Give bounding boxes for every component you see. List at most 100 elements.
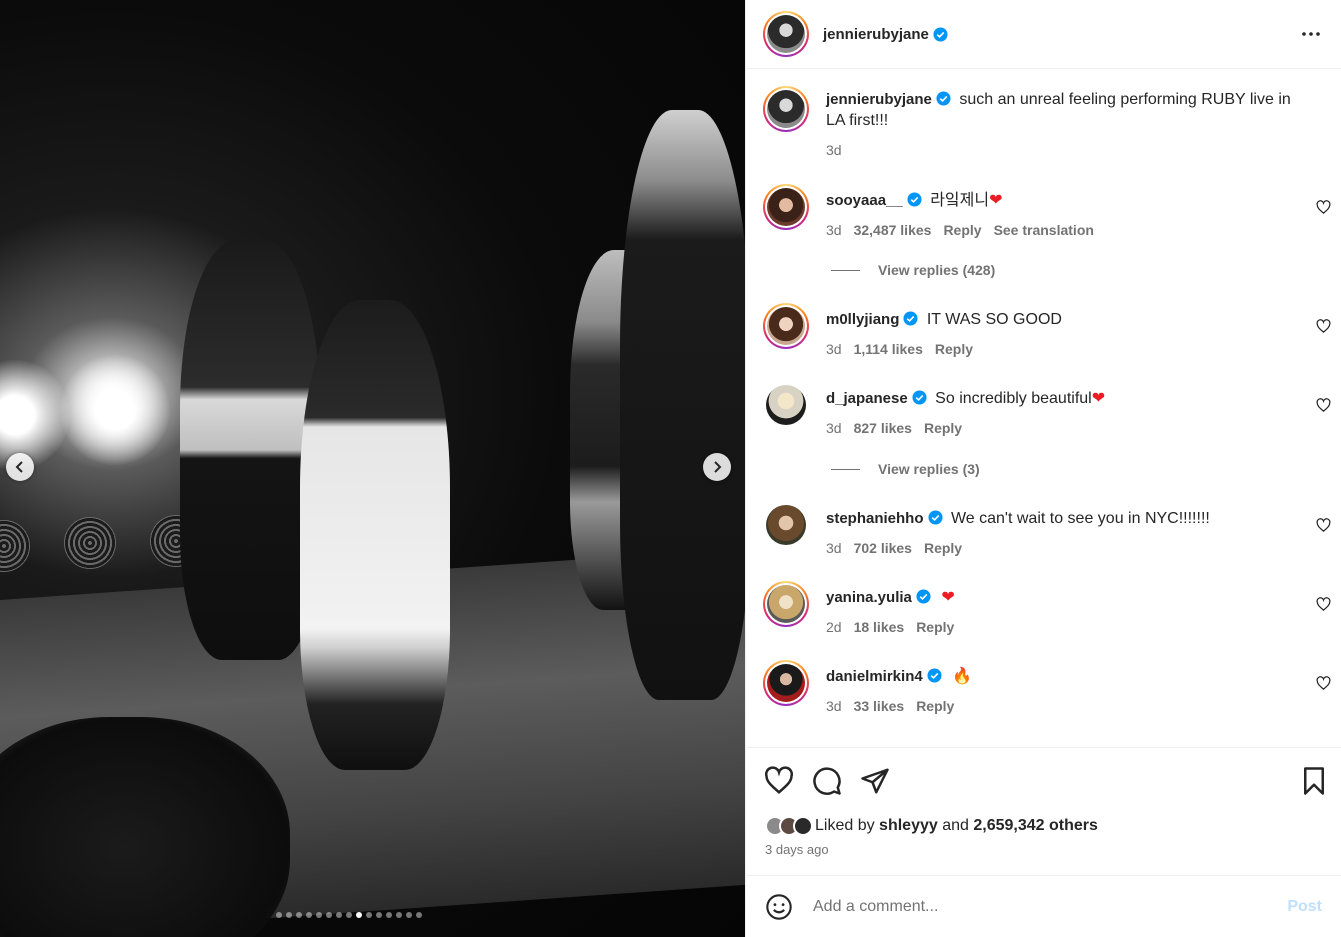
avatar[interactable] (763, 86, 809, 132)
comment-composer: Post (746, 875, 1341, 937)
likes-count[interactable]: 2,659,342 others (973, 817, 1098, 835)
chevron-right-icon (714, 461, 722, 473)
share-icon[interactable] (860, 766, 890, 796)
caption-username[interactable]: jennierubyjane (826, 91, 932, 108)
post-comment-button[interactable]: Post (1287, 898, 1322, 916)
see-translation-button[interactable]: See translation (994, 220, 1094, 241)
emoji-picker-icon[interactable] (765, 893, 793, 921)
avatar[interactable] (763, 184, 809, 230)
comment-likes[interactable]: 1,114 likes (854, 339, 923, 360)
comment-likes[interactable]: 702 likes (854, 538, 912, 559)
reply-button[interactable]: Reply (916, 696, 954, 717)
comment-age: 2d (826, 619, 842, 635)
liker-username[interactable]: shleyyy (879, 817, 938, 835)
comment-likes[interactable]: 18 likes (854, 617, 905, 638)
carousel-dot (386, 912, 392, 918)
author-username[interactable]: jennierubyjane (823, 26, 929, 43)
comment-text: So incredibly beautiful (935, 390, 1092, 407)
like-comment-heart-icon[interactable] (1316, 200, 1331, 215)
bookmark-icon[interactable] (1299, 766, 1329, 796)
comment-text: IT WAS SO GOOD (926, 311, 1062, 328)
comment-username[interactable]: stephaniehho (826, 510, 924, 527)
post-header: jennierubyjane (746, 0, 1341, 69)
comment-username[interactable]: m0llyjiang (826, 311, 899, 328)
avatar[interactable] (766, 505, 806, 545)
verified-badge-icon (927, 510, 943, 525)
carousel-dot (316, 912, 322, 918)
avatar[interactable] (763, 11, 809, 57)
carousel-indicator (276, 912, 422, 918)
liker-avatars (765, 816, 813, 836)
like-comment-heart-icon[interactable] (1316, 597, 1331, 612)
verified-badge-icon (903, 311, 918, 326)
avatar[interactable] (763, 303, 809, 349)
verified-badge-icon (912, 390, 927, 405)
carousel-dot (276, 912, 282, 918)
post-details-panel: jennierubyjane jennierubyjane such an un… (745, 0, 1341, 937)
dancer-silhouette (180, 240, 320, 660)
post-media[interactable] (0, 0, 745, 937)
comment-input[interactable] (813, 897, 1263, 916)
comment-age: 3d (826, 222, 842, 238)
verified-badge-icon (936, 91, 951, 106)
comment-username[interactable]: sooyaaa__ (826, 192, 903, 209)
post-timestamp: 3 days ago (765, 842, 829, 857)
caption-age: 3d (826, 142, 842, 158)
comment-text: 라잌제니 (930, 192, 990, 209)
view-replies-label: View replies (428) (878, 262, 996, 278)
carousel-dot (286, 912, 292, 918)
liked-and-label: and (942, 817, 969, 834)
like-comment-heart-icon[interactable] (1316, 676, 1331, 691)
carousel-dot (366, 912, 372, 918)
comment-likes[interactable]: 33 likes (854, 696, 905, 717)
like-comment-heart-icon[interactable] (1316, 319, 1331, 334)
carousel-dot (396, 912, 402, 918)
carousel-dot (416, 912, 422, 918)
reply-button[interactable]: Reply (943, 220, 981, 241)
reply-button[interactable]: Reply (916, 617, 954, 638)
comment-age: 3d (826, 341, 842, 357)
avatar[interactable] (763, 581, 809, 627)
more-options-icon[interactable] (1300, 23, 1322, 45)
comment-age: 3d (826, 698, 842, 714)
stage-light-fixture (0, 520, 30, 572)
next-slide-button[interactable] (703, 453, 731, 481)
verified-badge-icon (933, 26, 948, 42)
carousel-dot (326, 912, 332, 918)
comment-age: 3d (826, 540, 842, 556)
fire-emoji: 🔥 (952, 668, 973, 685)
comments-list[interactable]: jennierubyjane such an unreal feeling pe… (746, 70, 1341, 746)
carousel-dot (406, 912, 412, 918)
carousel-dot (306, 912, 312, 918)
chevron-left-icon (15, 461, 23, 473)
reply-button[interactable]: Reply (924, 418, 962, 439)
like-heart-icon[interactable] (764, 766, 794, 796)
like-comment-heart-icon[interactable] (1316, 398, 1331, 413)
comment-username[interactable]: danielmirkin4 (826, 668, 923, 685)
view-replies-button[interactable]: View replies (428) (831, 262, 995, 278)
comment-likes[interactable]: 827 likes (854, 418, 912, 439)
comment-username[interactable]: yanina.yulia (826, 589, 912, 606)
carousel-dot (336, 912, 342, 918)
reply-button[interactable]: Reply (935, 339, 973, 360)
heart-emoji: ❤ (1091, 390, 1106, 407)
avatar[interactable] (763, 660, 809, 706)
avatar[interactable] (766, 385, 806, 425)
carousel-dot (296, 912, 302, 918)
dancer-silhouette (620, 110, 745, 700)
likes-summary[interactable]: Liked by shleyyy and 2,659,342 others (765, 816, 1098, 836)
like-comment-heart-icon[interactable] (1316, 518, 1331, 533)
view-replies-label: View replies (3) (878, 461, 980, 477)
verified-badge-icon (916, 589, 931, 604)
reply-button[interactable]: Reply (924, 538, 962, 559)
liked-by-label: Liked by (815, 817, 875, 834)
lead-performer (300, 300, 450, 770)
comment-username[interactable]: d_japanese (826, 390, 908, 407)
previous-slide-button[interactable] (6, 453, 34, 481)
comment-icon[interactable] (812, 766, 842, 796)
carousel-dot (356, 912, 362, 918)
comment-likes[interactable]: 32,487 likes (854, 220, 932, 241)
view-replies-button[interactable]: View replies (3) (831, 461, 980, 477)
verified-badge-icon (927, 668, 942, 683)
stage-light (60, 355, 170, 465)
